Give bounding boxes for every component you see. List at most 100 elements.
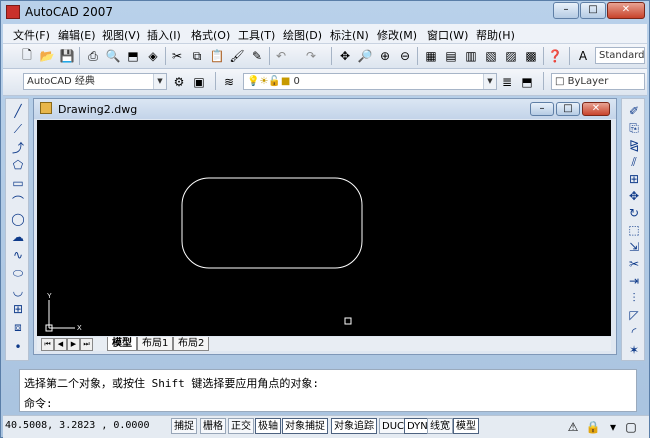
- new-icon[interactable]: 🗋: [19, 48, 35, 64]
- text-style-combo[interactable]: Standard: [595, 47, 645, 64]
- doc-maximize-button[interactable]: □: [556, 102, 580, 116]
- first-tab-icon[interactable]: ⏮: [41, 338, 54, 351]
- polyline-icon[interactable]: ⤴: [10, 139, 26, 155]
- text-style-icon[interactable]: A: [575, 48, 591, 64]
- spline-icon[interactable]: ∿: [10, 247, 26, 263]
- arc-icon[interactable]: ⌒: [10, 193, 26, 209]
- fillet-icon[interactable]: ◜: [626, 324, 642, 340]
- copy-clip-icon[interactable]: ⧉: [189, 48, 205, 64]
- revision-cloud-icon[interactable]: ☁: [10, 229, 26, 245]
- ellipse-icon[interactable]: ⬭: [10, 265, 26, 281]
- rotate-icon[interactable]: ↻: [626, 205, 642, 221]
- otrack-toggle[interactable]: 对象追踪: [331, 418, 377, 434]
- maximize-button[interactable]: □: [580, 2, 606, 19]
- chamfer-icon[interactable]: ◸: [626, 307, 642, 323]
- make-block-icon[interactable]: ⧈: [10, 319, 26, 335]
- sheet-set-icon[interactable]: ▧: [483, 48, 499, 64]
- save-icon[interactable]: 💾: [59, 48, 75, 64]
- menu-draw[interactable]: 绘图(D): [283, 27, 322, 43]
- polar-toggle[interactable]: 极轴: [255, 418, 281, 434]
- scale-icon[interactable]: ⬚: [626, 222, 642, 238]
- 3d-dwf-icon[interactable]: ◈: [145, 48, 161, 64]
- zoom-window-icon[interactable]: ⊕: [377, 48, 393, 64]
- filleted-rectangle[interactable]: [181, 177, 363, 269]
- line-icon[interactable]: ╱: [10, 103, 26, 119]
- ellipse-arc-icon[interactable]: ◡: [10, 283, 26, 299]
- publish-icon[interactable]: ⬒: [125, 48, 141, 64]
- break-icon[interactable]: ⫶: [626, 290, 642, 306]
- communication-center-icon[interactable]: ⚠: [565, 419, 581, 435]
- osnap-toggle[interactable]: 对象捕捉: [282, 418, 328, 434]
- erase-icon[interactable]: ✐: [626, 103, 642, 119]
- doc-close-button[interactable]: ✕: [582, 102, 610, 116]
- move-icon[interactable]: ✥: [626, 188, 642, 204]
- redo-icon[interactable]: ↷: [303, 48, 319, 64]
- insert-block-icon[interactable]: ⊞: [10, 301, 26, 317]
- save-workspace-icon[interactable]: ▣: [191, 74, 207, 90]
- prev-tab-icon[interactable]: ◀: [54, 338, 67, 351]
- zoom-realtime-icon[interactable]: 🔎: [357, 48, 373, 64]
- lineweight-toggle[interactable]: 线宽: [427, 418, 453, 434]
- array-icon[interactable]: ⊞: [626, 171, 642, 187]
- copy-icon[interactable]: ⎘: [626, 120, 642, 136]
- tab-layout2[interactable]: 布局2: [173, 337, 210, 351]
- last-tab-icon[interactable]: ⏭: [80, 338, 93, 351]
- menu-insert[interactable]: 插入(I): [147, 27, 181, 43]
- ortho-toggle[interactable]: 正交: [228, 418, 254, 434]
- workspace-settings-icon[interactable]: ⚙: [171, 74, 187, 90]
- undo-icon[interactable]: ↶: [273, 48, 289, 64]
- menu-help[interactable]: 帮助(H): [476, 27, 515, 43]
- plot-preview-icon[interactable]: 🔍: [105, 48, 121, 64]
- minimize-button[interactable]: –: [553, 2, 579, 19]
- circle-icon[interactable]: ◯: [10, 211, 26, 227]
- doc-minimize-button[interactable]: –: [530, 102, 554, 116]
- help-icon[interactable]: ❓: [547, 48, 563, 64]
- pan-icon[interactable]: ✥: [337, 48, 353, 64]
- tool-palettes-icon[interactable]: ▥: [463, 48, 479, 64]
- zoom-previous-icon[interactable]: ⊖: [397, 48, 413, 64]
- grid-toggle[interactable]: 栅格: [200, 418, 226, 434]
- snap-toggle[interactable]: 捕捉: [171, 418, 197, 434]
- block-editor-icon[interactable]: ✎: [249, 48, 265, 64]
- layer-combo[interactable]: 💡☀🔓■ 0 ▼: [243, 73, 497, 90]
- next-tab-icon[interactable]: ▶: [67, 338, 80, 351]
- polygon-icon[interactable]: ⬠: [10, 157, 26, 173]
- rectangle-icon[interactable]: ▭: [10, 175, 26, 191]
- tab-layout1[interactable]: 布局1: [137, 337, 174, 351]
- lock-icon[interactable]: 🔒: [585, 419, 601, 435]
- color-combo[interactable]: □ ByLayer: [551, 73, 645, 90]
- menu-edit[interactable]: 编辑(E): [58, 27, 96, 43]
- model-space-canvas[interactable]: Y X: [37, 120, 611, 336]
- menu-dimension[interactable]: 标注(N): [330, 27, 369, 43]
- trim-icon[interactable]: ✂: [626, 256, 642, 272]
- menu-file[interactable]: 文件(F): [13, 27, 50, 43]
- menu-view[interactable]: 视图(V): [102, 27, 140, 43]
- point-icon[interactable]: •: [10, 339, 26, 355]
- design-center-icon[interactable]: ▤: [443, 48, 459, 64]
- paste-icon[interactable]: 📋: [209, 48, 225, 64]
- explode-icon[interactable]: ✶: [626, 342, 642, 358]
- menu-tools[interactable]: 工具(T): [238, 27, 275, 43]
- properties-icon[interactable]: ▦: [423, 48, 439, 64]
- command-window[interactable]: 选择第二个对象，或按住 Shift 键选择要应用角点的对象: 命令:: [19, 369, 637, 412]
- construction-line-icon[interactable]: ⟋: [10, 121, 26, 137]
- close-button[interactable]: ✕: [607, 2, 645, 19]
- cut-icon[interactable]: ✂: [169, 48, 185, 64]
- print-icon[interactable]: ⎙: [85, 48, 101, 64]
- model-toggle[interactable]: 模型: [453, 418, 479, 434]
- layer-previous-icon[interactable]: ⬒: [519, 74, 535, 90]
- workspace-combo[interactable]: AutoCAD 经典 ▼: [23, 73, 167, 90]
- match-properties-icon[interactable]: 🖌: [229, 48, 245, 64]
- menu-modify[interactable]: 修改(M): [377, 27, 417, 43]
- clean-screen-icon[interactable]: ▢: [623, 419, 639, 435]
- stretch-icon[interactable]: ⇲: [626, 239, 642, 255]
- status-menu-icon[interactable]: ▾: [605, 419, 621, 435]
- open-icon[interactable]: 📂: [39, 48, 55, 64]
- tab-model[interactable]: 模型: [107, 337, 137, 351]
- extend-icon[interactable]: ⇥: [626, 273, 642, 289]
- offset-icon[interactable]: ⫽: [626, 154, 642, 170]
- layer-manager-icon[interactable]: ≋: [221, 74, 237, 90]
- calculator-icon[interactable]: ▩: [523, 48, 539, 64]
- menu-window[interactable]: 窗口(W): [427, 27, 468, 43]
- make-layer-current-icon[interactable]: ≣: [499, 74, 515, 90]
